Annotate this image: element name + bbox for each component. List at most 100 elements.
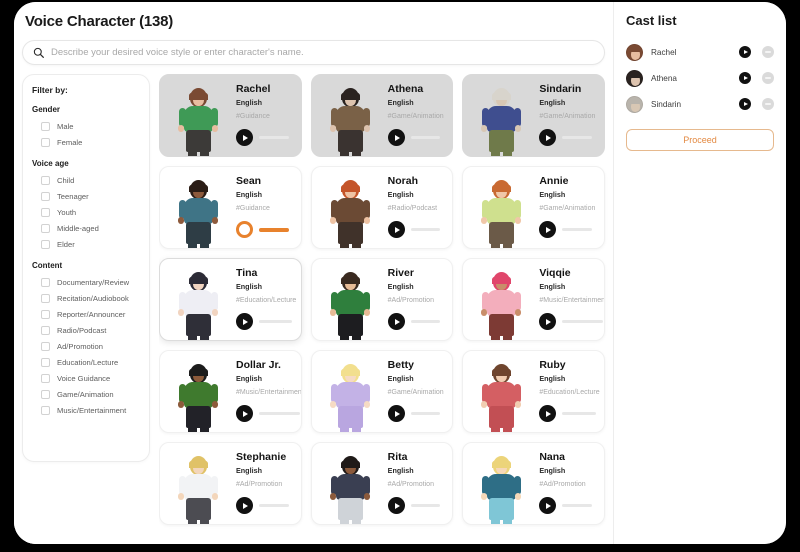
progress-bar[interactable] (259, 412, 300, 415)
character-portrait-wrap (160, 75, 236, 156)
minus-icon[interactable] (762, 98, 774, 110)
checkbox-icon[interactable] (41, 175, 50, 185)
filter-option-music-entertainment[interactable]: Music/Entertainment (41, 402, 140, 418)
progress-bar[interactable] (410, 136, 441, 139)
character-tag: #Ad/Promotion (387, 481, 434, 489)
character-info: Rachel English #Guidance (236, 75, 301, 156)
minus-icon[interactable] (762, 46, 774, 58)
progress-bar[interactable] (562, 136, 592, 139)
progress-bar[interactable] (562, 228, 592, 231)
progress-bar[interactable] (259, 320, 293, 323)
play-icon[interactable] (236, 129, 253, 146)
filter-option-voice-guidance[interactable]: Voice Guidance (41, 370, 140, 386)
cast-list-item[interactable]: Athena (626, 65, 774, 91)
progress-bar[interactable] (562, 412, 596, 415)
filter-option-middle-aged[interactable]: Middle-aged (41, 220, 140, 236)
filter-option-radio-podcast[interactable]: Radio/Podcast (41, 322, 140, 338)
checkbox-icon[interactable] (41, 309, 50, 319)
checkbox-icon[interactable] (41, 389, 50, 399)
checkbox-icon[interactable] (41, 239, 50, 249)
minus-icon[interactable] (762, 72, 774, 84)
checkbox-icon[interactable] (41, 325, 50, 335)
play-icon[interactable] (739, 72, 751, 84)
filter-option-documentary-review[interactable]: Documentary/Review (41, 274, 140, 290)
character-card[interactable]: Annie English #Game/Animation (462, 166, 605, 249)
character-card[interactable]: Norah English #Radio/Podcast (310, 166, 454, 249)
progress-bar[interactable] (410, 320, 441, 323)
progress-bar[interactable] (410, 228, 441, 231)
stop-icon[interactable] (236, 221, 253, 238)
filter-option-ad-promotion[interactable]: Ad/Promotion (41, 338, 140, 354)
play-icon[interactable] (739, 46, 751, 58)
search-bar[interactable] (22, 40, 605, 65)
character-card[interactable]: River English #Ad/Promotion (310, 258, 454, 341)
checkbox-icon[interactable] (41, 373, 50, 383)
checkbox-icon[interactable] (41, 341, 50, 351)
filter-option-youth[interactable]: Youth (41, 204, 140, 220)
play-icon[interactable] (387, 313, 405, 330)
character-grid-scroll[interactable]: Rachel English #Guidance Athena English #Game… (159, 74, 613, 544)
progress-bar[interactable] (562, 504, 592, 507)
filter-option-male[interactable]: Male (41, 118, 140, 134)
play-icon[interactable] (236, 405, 253, 422)
search-input[interactable] (51, 47, 594, 58)
checkbox-icon[interactable] (41, 191, 50, 201)
character-language: English (236, 190, 262, 200)
play-icon[interactable] (236, 313, 253, 330)
character-card[interactable]: Sean English #Guidance (159, 166, 302, 249)
checkbox-icon[interactable] (41, 277, 50, 287)
cast-list-item[interactable]: Rachel (626, 39, 774, 65)
filter-option-elder[interactable]: Elder (41, 236, 140, 252)
play-icon[interactable] (539, 405, 557, 422)
progress-bar[interactable] (410, 504, 441, 507)
play-icon[interactable] (539, 129, 557, 146)
checkbox-icon[interactable] (41, 121, 50, 131)
character-card[interactable]: Rita English #Ad/Promotion (310, 442, 454, 525)
filter-option-education-lecture[interactable]: Education/Lecture (41, 354, 140, 370)
character-card[interactable]: Sindarin English #Game/Animation (462, 74, 605, 157)
checkbox-icon[interactable] (41, 293, 50, 303)
character-card[interactable]: Rachel English #Guidance (159, 74, 302, 157)
filter-option-game-animation[interactable]: Game/Animation (41, 386, 140, 402)
proceed-button[interactable]: Proceed (626, 129, 774, 151)
character-portrait (470, 172, 532, 248)
character-portrait (167, 448, 229, 524)
progress-bar[interactable] (259, 504, 289, 507)
character-tag: #Guidance (236, 113, 270, 121)
checkbox-icon[interactable] (41, 405, 50, 415)
app-window: Voice Character (138) Filter by: Gender M… (14, 2, 786, 544)
play-icon[interactable] (387, 497, 405, 514)
play-icon[interactable] (236, 497, 253, 514)
play-icon[interactable] (387, 405, 405, 422)
progress-bar[interactable] (410, 412, 441, 415)
character-card[interactable]: Stephanie English #Ad/Promotion (159, 442, 302, 525)
progress-bar[interactable] (259, 227, 289, 232)
play-icon[interactable] (539, 221, 557, 238)
character-portrait-wrap (312, 443, 388, 524)
filter-option-female[interactable]: Female (41, 134, 140, 150)
character-card[interactable]: Ruby English #Education/Lecture (462, 350, 605, 433)
character-card[interactable]: Betty English #Game/Animation (310, 350, 454, 433)
checkbox-icon[interactable] (41, 357, 50, 367)
filter-option-reporter-announcer[interactable]: Reporter/Announcer (41, 306, 140, 322)
checkbox-icon[interactable] (41, 207, 50, 217)
play-icon[interactable] (387, 221, 405, 238)
character-card[interactable]: Athena English #Game/Animation (310, 74, 454, 157)
filter-option-teenager[interactable]: Teenager (41, 188, 140, 204)
filter-option-recitation-audiobook[interactable]: Recitation/Audiobook (41, 290, 140, 306)
character-card[interactable]: Dollar Jr. English #Music/Entertainment (159, 350, 302, 433)
play-icon[interactable] (387, 129, 405, 146)
cast-list-item[interactable]: Sindarin (626, 91, 774, 117)
filter-option-child[interactable]: Child (41, 172, 140, 188)
checkbox-icon[interactable] (41, 137, 50, 147)
character-portrait (470, 264, 532, 340)
progress-bar[interactable] (259, 136, 289, 139)
play-icon[interactable] (539, 313, 557, 330)
play-icon[interactable] (739, 98, 751, 110)
character-card[interactable]: Nana English #Ad/Promotion (462, 442, 605, 525)
character-card[interactable]: Tina English #Education/Lecture (159, 258, 302, 341)
checkbox-icon[interactable] (41, 223, 50, 233)
play-icon[interactable] (539, 497, 557, 514)
progress-bar[interactable] (562, 320, 604, 323)
character-card[interactable]: Viqqie English #Music/Entertainment (462, 258, 605, 341)
